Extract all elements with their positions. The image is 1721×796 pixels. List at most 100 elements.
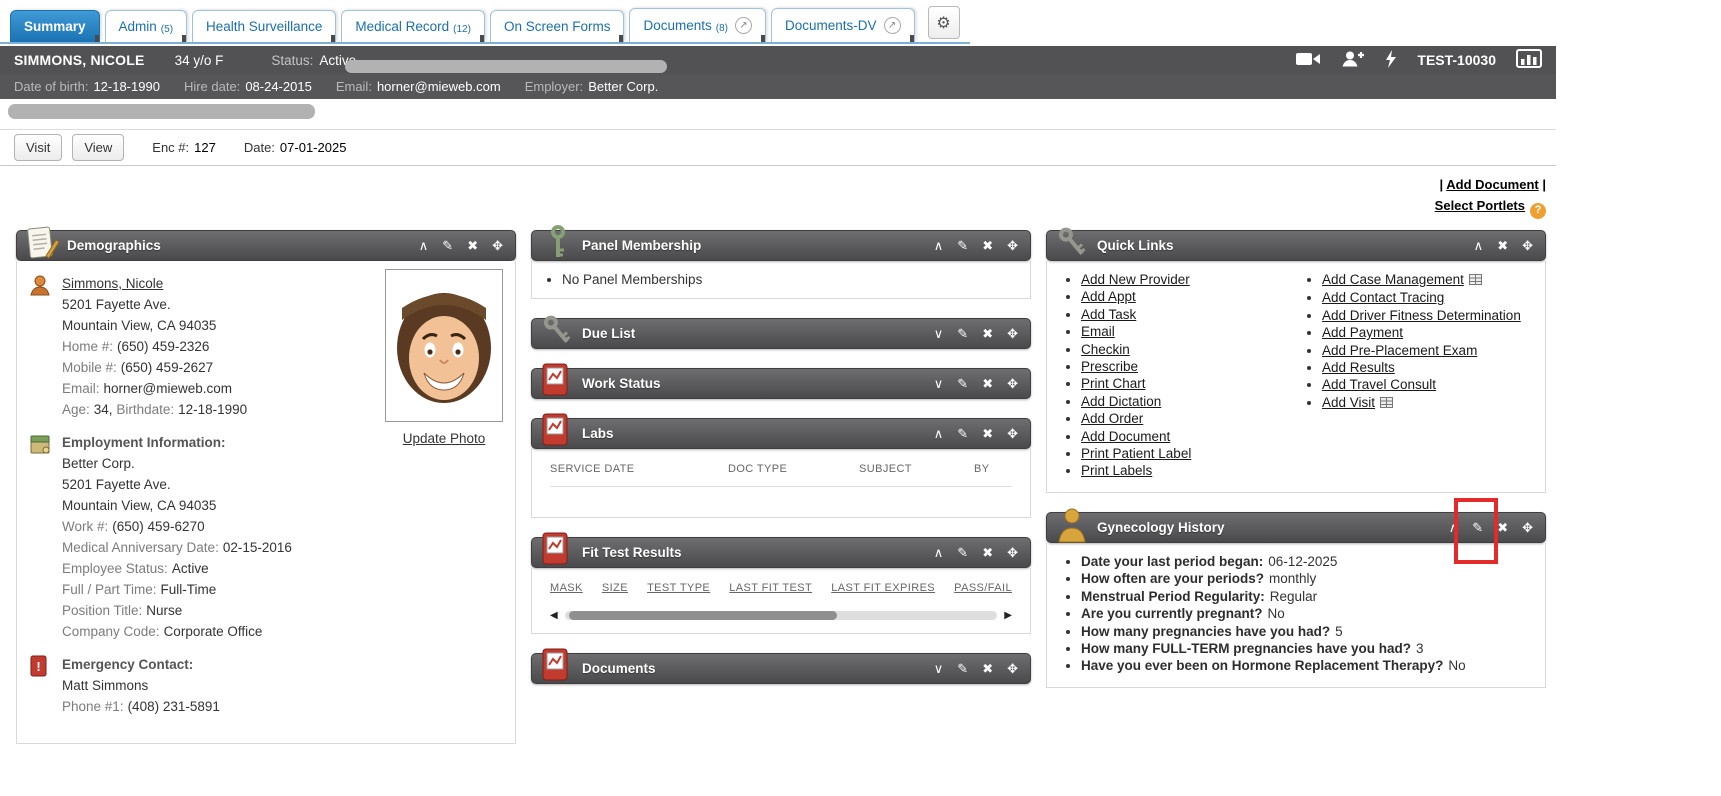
edit-icon[interactable]: ✎ <box>442 239 453 252</box>
move-icon[interactable]: ✥ <box>1007 377 1018 390</box>
close-icon[interactable]: ✖ <box>982 546 993 559</box>
tab-admin[interactable]: Admin(5) <box>105 10 188 42</box>
tab-health-surveillance[interactable]: Health Surveillance <box>192 10 336 42</box>
update-photo-link[interactable]: Update Photo <box>403 428 486 449</box>
close-icon[interactable]: ✖ <box>982 239 993 252</box>
patient-name-link[interactable]: Simmons, Nicole <box>62 276 163 291</box>
add-person-icon[interactable] <box>1341 50 1365 70</box>
view-button[interactable]: View <box>72 134 124 161</box>
expand-icon[interactable]: ∨ <box>934 327 944 340</box>
bar-chart-icon[interactable] <box>1516 49 1542 71</box>
tab-summary[interactable]: Summary <box>10 10 100 42</box>
fit-test-column-header[interactable]: MASK <box>550 582 583 594</box>
scroll-right-icon[interactable]: ▶ <box>1004 610 1012 621</box>
video-camera-icon[interactable] <box>1295 51 1321 70</box>
checkin-link[interactable]: Checkin <box>1081 342 1130 357</box>
lightning-icon[interactable] <box>1385 50 1397 71</box>
labs-column-header[interactable]: DOC TYPE <box>728 463 859 475</box>
fit-test-column-header[interactable]: SIZE <box>602 582 628 594</box>
move-icon[interactable]: ✥ <box>1007 427 1018 440</box>
fit-test-column-header[interactable]: LAST FIT TEST <box>729 582 812 594</box>
add-results-link[interactable]: Add Results <box>1322 360 1395 375</box>
move-icon[interactable]: ✥ <box>1007 239 1018 252</box>
edit-icon[interactable]: ✎ <box>957 662 968 675</box>
add-task-link[interactable]: Add Task <box>1081 307 1136 322</box>
close-icon[interactable]: ✖ <box>1497 521 1508 534</box>
collapse-icon[interactable]: ∧ <box>934 239 944 252</box>
fit-test-header[interactable]: Fit Test Results ∧ ✎ ✖ ✥ <box>531 537 1031 568</box>
move-icon[interactable]: ✥ <box>1007 662 1018 675</box>
close-icon[interactable]: ✖ <box>982 427 993 440</box>
add-appt-link[interactable]: Add Appt <box>1081 289 1136 304</box>
edit-icon[interactable]: ✎ <box>957 239 968 252</box>
external-link-icon[interactable]: ↗ <box>735 17 752 34</box>
prescribe-link[interactable]: Prescribe <box>1081 359 1138 374</box>
labs-column-header[interactable]: SUBJECT <box>859 463 974 475</box>
close-icon[interactable]: ✖ <box>982 662 993 675</box>
tab-documents-dv[interactable]: Documents-DV↗ <box>771 8 915 42</box>
help-icon[interactable]: ? <box>1530 203 1546 219</box>
add-order-link[interactable]: Add Order <box>1081 411 1143 426</box>
move-icon[interactable]: ✥ <box>1522 521 1533 534</box>
scrollbar-track[interactable] <box>565 611 998 620</box>
panel-membership-header[interactable]: Panel Membership ∧ ✎ ✖ ✥ <box>531 230 1031 261</box>
gynecology-header[interactable]: Gynecology History ∧ ✎ ✖ ✥ <box>1046 512 1546 543</box>
horizontal-scrollbar[interactable] <box>345 60 667 73</box>
edit-icon[interactable]: ✎ <box>957 327 968 340</box>
demographics-header[interactable]: Demographics ∧ ✎ ✖ ✥ <box>16 230 516 261</box>
quick-links-header[interactable]: Quick Links ∧ ✖ ✥ <box>1046 230 1546 261</box>
close-icon[interactable]: ✖ <box>467 239 478 252</box>
external-link-icon[interactable]: ↗ <box>884 17 901 34</box>
move-icon[interactable]: ✥ <box>1007 327 1018 340</box>
add-document-link[interactable]: Add Document <box>1446 177 1538 192</box>
print-patient-label-link[interactable]: Print Patient Label <box>1081 446 1191 461</box>
add-visit-link[interactable]: Add Visit <box>1322 395 1375 410</box>
expand-icon[interactable]: ∨ <box>934 662 944 675</box>
edit-icon[interactable]: ✎ <box>957 546 968 559</box>
add-pre-placement-exam-link[interactable]: Add Pre-Placement Exam <box>1322 343 1477 358</box>
move-icon[interactable]: ✥ <box>1522 239 1533 252</box>
print-chart-link[interactable]: Print Chart <box>1081 376 1146 391</box>
add-dictation-link[interactable]: Add Dictation <box>1081 394 1161 409</box>
labs-header[interactable]: Labs ∧ ✎ ✖ ✥ <box>531 418 1031 449</box>
fit-test-column-header[interactable]: TEST TYPE <box>647 582 710 594</box>
edit-icon[interactable]: ✎ <box>957 377 968 390</box>
edit-icon[interactable]: ✎ <box>1472 521 1483 534</box>
add-case-management-link[interactable]: Add Case Management <box>1322 272 1464 287</box>
collapse-icon[interactable]: ∧ <box>1474 239 1484 252</box>
horizontal-scrollbar[interactable] <box>8 104 315 119</box>
add-travel-consult-link[interactable]: Add Travel Consult <box>1322 377 1436 392</box>
labs-column-header[interactable]: SERVICE DATE <box>550 463 728 475</box>
expand-icon[interactable]: ∨ <box>934 377 944 390</box>
fit-test-column-header[interactable]: LAST FIT EXPIRES <box>831 582 935 594</box>
add-driver-fitness-link[interactable]: Add Driver Fitness Determination <box>1322 308 1521 323</box>
fit-test-column-header[interactable]: PASS/FAIL <box>954 582 1012 594</box>
add-payment-link[interactable]: Add Payment <box>1322 325 1403 340</box>
select-portlets-link[interactable]: Select Portlets <box>1435 198 1525 213</box>
tab-on-screen-forms[interactable]: On Screen Forms <box>490 10 625 42</box>
move-icon[interactable]: ✥ <box>492 239 503 252</box>
scrollbar-thumb[interactable] <box>569 611 837 620</box>
add-document-link[interactable]: Add Document <box>1081 429 1170 444</box>
add-new-provider-link[interactable]: Add New Provider <box>1081 272 1190 287</box>
collapse-icon[interactable]: ∧ <box>934 427 944 440</box>
email-link[interactable]: Email <box>1081 324 1115 339</box>
move-icon[interactable]: ✥ <box>1007 546 1018 559</box>
tab-medical-record[interactable]: Medical Record(12) <box>341 10 485 42</box>
close-icon[interactable]: ✖ <box>982 327 993 340</box>
due-list-header[interactable]: Due List ∨ ✎ ✖ ✥ <box>531 318 1031 349</box>
documents-header[interactable]: Documents ∨ ✎ ✖ ✥ <box>531 653 1031 684</box>
collapse-icon[interactable]: ∧ <box>419 239 429 252</box>
labs-column-header[interactable]: BY <box>974 463 1012 475</box>
close-icon[interactable]: ✖ <box>982 377 993 390</box>
visit-button[interactable]: Visit <box>14 134 62 161</box>
scroll-left-icon[interactable]: ◀ <box>550 610 558 621</box>
collapse-icon[interactable]: ∧ <box>1449 521 1459 534</box>
print-labels-link[interactable]: Print Labels <box>1081 463 1152 478</box>
edit-icon[interactable]: ✎ <box>957 427 968 440</box>
tab-documents[interactable]: Documents(8)↗ <box>629 8 766 42</box>
collapse-icon[interactable]: ∧ <box>934 546 944 559</box>
close-icon[interactable]: ✖ <box>1497 239 1508 252</box>
add-contact-tracing-link[interactable]: Add Contact Tracing <box>1322 290 1444 305</box>
settings-gear-button[interactable]: ⚙ <box>928 6 960 39</box>
